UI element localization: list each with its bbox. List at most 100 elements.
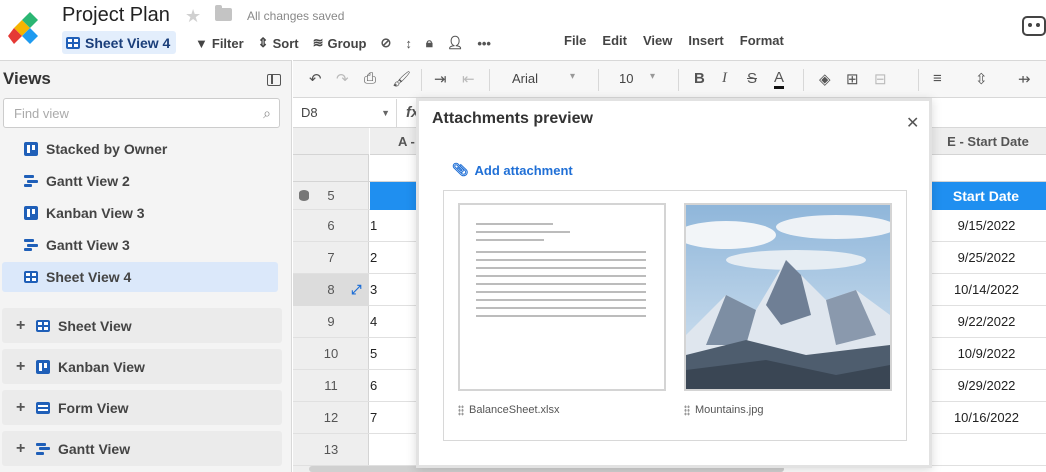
cell-a[interactable]: 6 (370, 370, 377, 402)
indent-icon[interactable]: ⇥ (434, 70, 447, 88)
gantt-icon (36, 442, 50, 455)
drag-handle-icon[interactable] (458, 404, 464, 416)
view-item-stacked-by-owner[interactable]: Stacked by Owner (2, 134, 278, 164)
attachment-filename[interactable]: BalanceSheet.xlsx (458, 404, 560, 416)
create-sheet-view[interactable]: + Sheet View (2, 308, 282, 343)
font-size-select[interactable]: 10 (619, 71, 633, 86)
print-icon[interactable]: ⎙ (364, 70, 376, 87)
cell-start-date[interactable]: 10/14/2022 (929, 274, 1043, 306)
paint-format-icon[interactable]: 🖌︎ (392, 70, 411, 88)
layers-icon: ≋ (312, 35, 324, 50)
create-kanban-view[interactable]: + Kanban View (2, 349, 282, 384)
row-number[interactable]: 10 (293, 338, 369, 370)
text-color-icon[interactable]: A (774, 70, 785, 89)
cell-reference-box[interactable]: D8 ▼ (293, 99, 397, 127)
collapse-panel-icon[interactable] (267, 74, 281, 86)
views-panel: Views ⌕ Stacked by Owner Gantt View 2 Ka… (0, 60, 292, 472)
user-settings-icon[interactable]: 👤︎ (447, 35, 464, 51)
close-icon[interactable]: ✕ (906, 113, 919, 133)
column-header-start-date[interactable]: E - Start Date (929, 128, 1046, 155)
paperclip-icon: 📎︎ (452, 162, 469, 177)
cell-start-date[interactable]: 9/15/2022 (929, 210, 1043, 242)
cell-start-date[interactable]: 9/22/2022 (929, 306, 1043, 338)
corner-header[interactable] (293, 128, 369, 155)
font-family-select[interactable]: Arial (512, 71, 538, 86)
row-number[interactable]: 5 (293, 182, 369, 210)
add-attachment-button[interactable]: 📎︎ Add attachment (452, 162, 573, 178)
expand-row-icon[interactable]: ⤢ (351, 282, 361, 298)
top-bar: Project Plan ★ All changes saved Sheet V… (0, 0, 1046, 60)
cell-a[interactable]: 3 (370, 274, 377, 306)
cell-start-date[interactable]: 9/29/2022 (929, 370, 1043, 402)
cell-start-date[interactable]: 9/25/2022 (929, 242, 1043, 274)
document-title[interactable]: Project Plan (62, 4, 170, 27)
more-icon[interactable]: ••• (477, 36, 491, 51)
assistant-bot-icon[interactable] (1022, 16, 1046, 36)
menu-view[interactable]: View (643, 33, 672, 48)
bold-icon[interactable]: B (694, 70, 705, 87)
find-view-field[interactable]: ⌕ (3, 98, 280, 128)
app-logo (8, 12, 38, 44)
row-number[interactable]: 13 (293, 434, 369, 466)
format-toolbar: ↶ ↷ ⎙ 🖌︎ ⇥ ⇤ Arial ▾ 10 ▾ B I S A ◈ ⊞ ⊟ … (293, 60, 1046, 98)
align-left-icon[interactable]: ≡ (933, 70, 942, 87)
menu-insert[interactable]: Insert (688, 33, 723, 48)
cell-a[interactable]: 5 (370, 338, 377, 370)
vertical-align-icon[interactable]: ⇳ (975, 70, 988, 88)
plus-icon: + (16, 357, 26, 375)
undo-icon[interactable]: ↶ (309, 70, 322, 88)
drag-handle-icon[interactable] (684, 404, 690, 416)
menu-format[interactable]: Format (740, 33, 784, 48)
attachment-thumbnail-spreadsheet[interactable] (458, 203, 666, 391)
cell-start-date[interactable]: 10/16/2022 (929, 402, 1043, 434)
star-icon[interactable]: ★ (185, 6, 201, 27)
menu-edit[interactable]: Edit (602, 33, 627, 48)
current-view-selector[interactable]: Sheet View 4 (62, 31, 177, 54)
group-button[interactable]: ≋ Group (313, 35, 367, 51)
hide-fields-icon[interactable]: ⊘ (380, 35, 391, 51)
redo-icon[interactable]: ↷ (336, 70, 349, 88)
folder-icon[interactable] (215, 5, 232, 21)
menu-file[interactable]: File (564, 33, 586, 48)
attachment-thumbnail-image[interactable] (684, 203, 892, 391)
kanban-icon (36, 359, 50, 374)
attachment-filename[interactable]: Mountains.jpg (684, 404, 764, 416)
italic-icon[interactable]: I (722, 70, 727, 87)
gantt-icon (24, 175, 38, 187)
start-date-header-cell[interactable]: Start Date (929, 182, 1043, 210)
outdent-icon[interactable]: ⇤ (462, 70, 475, 88)
cell-a[interactable]: 7 (370, 402, 377, 434)
sort-button[interactable]: ⇕ Sort (258, 35, 299, 51)
view-item-gantt-view-3[interactable]: Gantt View 3 (2, 230, 278, 260)
cell-a[interactable]: 2 (370, 242, 377, 274)
view-toolbar: ▼ Filter ⇕ Sort ≋ Group ⊘ ↕ 🔒︎ 👤︎ ••• (195, 32, 505, 54)
create-gantt-view[interactable]: + Gantt View (2, 431, 282, 466)
view-item-sheet-view-4[interactable]: Sheet View 4 (2, 262, 278, 292)
filter-button[interactable]: ▼ Filter (195, 36, 244, 51)
row-number[interactable]: 12 (293, 402, 369, 434)
view-item-kanban-view-3[interactable]: Kanban View 3 (2, 198, 278, 228)
find-view-input[interactable] (4, 99, 224, 127)
row-number[interactable]: 9 (293, 306, 369, 338)
fill-color-icon[interactable]: ◈ (819, 70, 831, 88)
dialog-title: Attachments preview (432, 110, 593, 127)
create-form-view[interactable]: + Form View (2, 390, 282, 425)
row-number[interactable]: 11 (293, 370, 369, 402)
row-number[interactable]: 7 (293, 242, 369, 274)
borders-icon[interactable]: ⊞ (846, 70, 859, 88)
plus-icon: + (16, 316, 26, 334)
view-item-gantt-view-2[interactable]: Gantt View 2 (2, 166, 278, 196)
row-height-icon[interactable]: ↕ (405, 36, 412, 51)
strikethrough-icon[interactable]: S (747, 70, 757, 87)
cell-start-date[interactable]: 10/9/2022 (929, 338, 1043, 370)
cell-a[interactable]: 1 (370, 210, 377, 242)
plus-icon: + (16, 439, 26, 457)
gantt-icon (24, 239, 38, 251)
save-status: All changes saved (247, 9, 345, 23)
text-wrap-icon[interactable]: ⇸ (1018, 70, 1031, 88)
cell-a[interactable]: 4 (370, 306, 377, 338)
row-number[interactable]: 6 (293, 210, 369, 242)
lock-icon[interactable]: 🔒︎ (426, 35, 433, 51)
merge-cells-icon[interactable]: ⊟ (874, 70, 887, 88)
create-view-list: + Sheet View + Kanban View + Form View +… (2, 308, 282, 472)
